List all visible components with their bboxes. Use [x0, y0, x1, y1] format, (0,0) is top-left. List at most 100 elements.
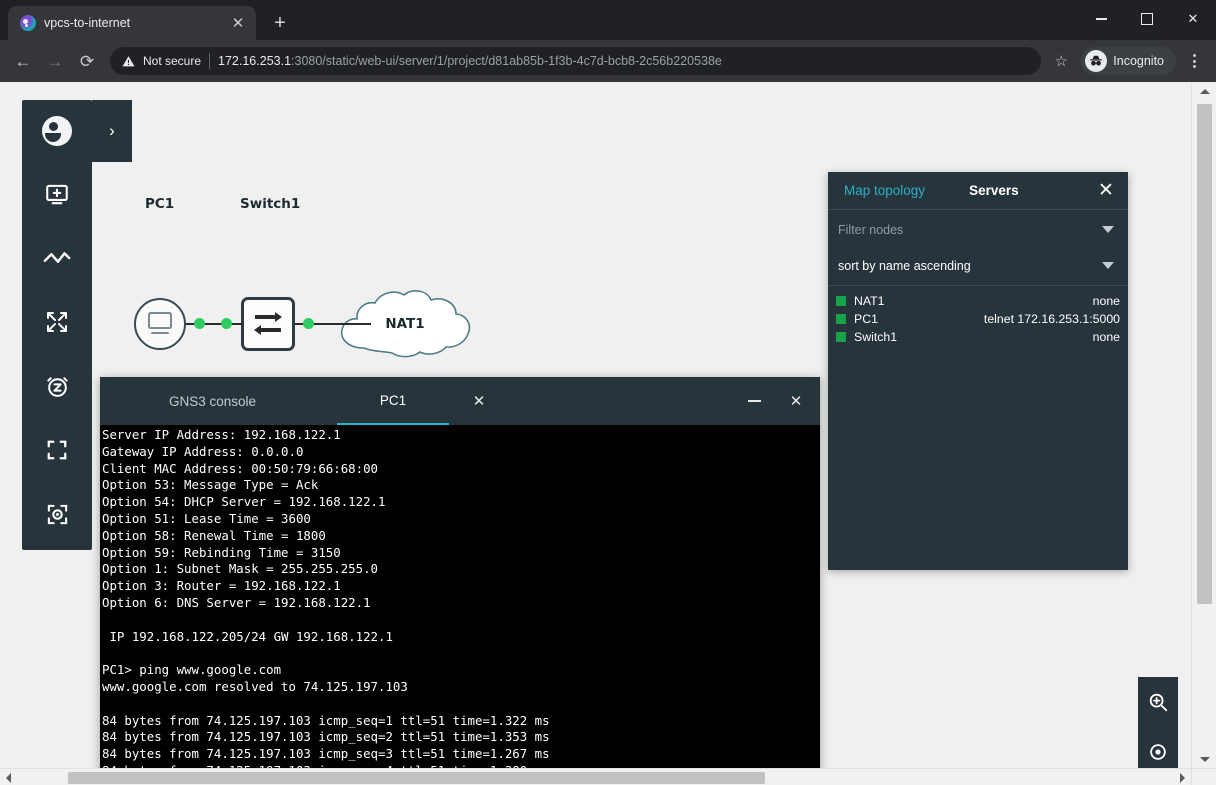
sidebar-item-fit-to-view[interactable] [22, 418, 92, 482]
sort-order-select[interactable]: sort by name ascending [830, 253, 1126, 278]
url-host: 172.16.253.1 [218, 54, 292, 68]
expand-arrows-icon [45, 310, 69, 334]
status-badge [836, 332, 846, 342]
list-item[interactable]: PC1 telnet 172.16.253.1:5000 [828, 310, 1128, 328]
link-icon [43, 248, 71, 268]
node-name: PC1 [854, 312, 878, 326]
zoom-in-icon [1147, 691, 1169, 713]
topology-canvas[interactable]: › PC1 Switch1 NAT1 GNS3 console PC1 ✕ ✕ … [0, 82, 1191, 768]
maximize-icon[interactable] [1124, 0, 1170, 38]
back-icon[interactable]: ← [8, 46, 38, 76]
tab-servers[interactable]: Servers [969, 183, 1019, 198]
reset-zoom-icon [1147, 741, 1169, 763]
link-status-dot [221, 318, 232, 329]
node-name: Switch1 [854, 330, 898, 344]
reset-zoom-button[interactable] [1138, 727, 1178, 768]
horizontal-scrollbar-thumb[interactable] [68, 772, 765, 784]
close-icon[interactable]: ✕ [782, 387, 810, 415]
sidebar-expand-button[interactable]: › [92, 100, 132, 162]
gns3-chameleon-icon [20, 15, 36, 31]
scroll-up-icon[interactable] [1192, 82, 1216, 100]
page-viewport: › PC1 Switch1 NAT1 GNS3 console PC1 ✕ ✕ … [0, 82, 1216, 785]
console-tabbar: GNS3 console PC1 ✕ ✕ [100, 377, 820, 425]
tab-strip: vpcs-to-internet ✕ + ✕ [0, 0, 1216, 40]
minimize-icon[interactable] [740, 387, 768, 415]
zoom-in-button[interactable] [1138, 677, 1178, 727]
console-tab-pc1-label: PC1 [379, 392, 407, 408]
window-controls: ✕ [1078, 0, 1216, 38]
close-icon[interactable]: ✕ [469, 391, 489, 411]
link-status-dot [303, 318, 314, 329]
sidebar-item-draw-link[interactable] [22, 226, 92, 290]
sort-order-value: sort by name ascending [838, 258, 971, 273]
sidebar-item-reset-view[interactable] [22, 482, 92, 546]
gns3-sidebar [22, 100, 92, 550]
sidebar-item-add-node[interactable] [22, 162, 92, 226]
list-item[interactable]: Switch1 none [828, 328, 1128, 346]
forward-icon[interactable]: → [40, 46, 70, 76]
chevron-down-icon [1102, 226, 1114, 233]
node-label-pc1: PC1 [145, 196, 175, 212]
gns3-logo-button[interactable] [22, 100, 92, 162]
console-tab-pc1[interactable]: PC1 ✕ [337, 377, 485, 425]
security-label: Not secure [143, 54, 202, 68]
incognito-icon [1085, 50, 1108, 72]
horizontal-scrollbar[interactable] [0, 768, 1191, 785]
node-pc1[interactable] [134, 298, 186, 350]
status-badge [836, 314, 846, 324]
sidebar-item-snapshots[interactable] [22, 354, 92, 418]
node-connection: none [1092, 330, 1120, 344]
zoom-controls [1138, 677, 1178, 768]
node-switch1[interactable] [241, 297, 295, 351]
scroll-right-icon[interactable] [1174, 769, 1191, 785]
list-item[interactable]: NAT1 none [828, 292, 1128, 310]
scroll-left-icon[interactable] [0, 769, 17, 785]
tab-map-topology[interactable]: Map topology [844, 183, 925, 198]
focus-target-icon [46, 503, 69, 526]
incognito-badge[interactable]: Incognito [1081, 47, 1176, 75]
terminal-output-area[interactable]: Server IP Address: 192.168.122.1 Gateway… [100, 425, 820, 768]
console-window-controls: ✕ [740, 377, 810, 425]
filter-nodes-value: Filter nodes [838, 222, 904, 237]
minimize-icon[interactable] [1078, 0, 1124, 38]
node-name: NAT1 [854, 294, 885, 308]
servers-panel-header: Map topology Servers ✕ [828, 172, 1128, 210]
status-badge [836, 296, 846, 306]
kebab-menu-icon[interactable] [1180, 47, 1208, 75]
scroll-down-icon[interactable] [1192, 750, 1216, 768]
server-node-list: NAT1 none PC1 telnet 172.16.253.1:5000 S… [828, 286, 1128, 346]
snapshot-clock-icon [45, 374, 70, 399]
filter-nodes-select[interactable]: Filter nodes [830, 217, 1126, 242]
address-bar[interactable]: Not secure 172.16.253.1:3080/static/web-… [110, 47, 1042, 75]
url-path: :3080/static/web-ui/server/1/project/d81… [291, 54, 722, 68]
link-status-dot [194, 318, 205, 329]
close-icon[interactable]: ✕ [1094, 179, 1118, 203]
close-icon[interactable]: ✕ [228, 13, 248, 33]
not-secure-warning-icon [122, 55, 135, 68]
tab-title: vpcs-to-internet [44, 16, 131, 30]
node-connection: telnet 172.16.253.1:5000 [983, 312, 1120, 326]
vertical-scrollbar[interactable] [1191, 82, 1216, 768]
close-window-icon[interactable]: ✕ [1170, 0, 1216, 38]
omnibox-divider [209, 53, 211, 69]
browser-tab[interactable]: vpcs-to-internet ✕ [8, 6, 256, 40]
new-tab-button[interactable]: + [266, 9, 294, 37]
reload-icon[interactable]: ⟳ [72, 46, 102, 76]
gns3-logo-icon [42, 116, 72, 146]
vertical-scrollbar-thumb[interactable] [1197, 104, 1212, 604]
sidebar-item-move-layer[interactable] [22, 290, 92, 354]
node-label-switch1: Switch1 [240, 196, 301, 212]
browser-toolbar: ← → ⟳ Not secure 172.16.253.1:3080/stati… [0, 40, 1216, 82]
node-connection: none [1092, 294, 1120, 308]
terminal-output: Server IP Address: 192.168.122.1 Gateway… [102, 427, 550, 768]
add-node-icon [44, 181, 70, 207]
url-text: 172.16.253.1:3080/static/web-ui/server/1… [218, 54, 722, 68]
console-tab-gns3[interactable]: GNS3 console [130, 377, 295, 425]
bookmark-star-icon[interactable]: ☆ [1047, 47, 1075, 75]
incognito-label: Incognito [1113, 54, 1164, 68]
console-window: GNS3 console PC1 ✕ ✕ Server IP Address: … [100, 377, 820, 768]
browser-window: vpcs-to-internet ✕ + ✕ ← → ⟳ Not secure … [0, 0, 1216, 785]
servers-panel: Map topology Servers ✕ Filter nodes sort… [828, 172, 1128, 570]
fit-screen-icon [46, 439, 68, 461]
chevron-down-icon [1102, 262, 1114, 269]
